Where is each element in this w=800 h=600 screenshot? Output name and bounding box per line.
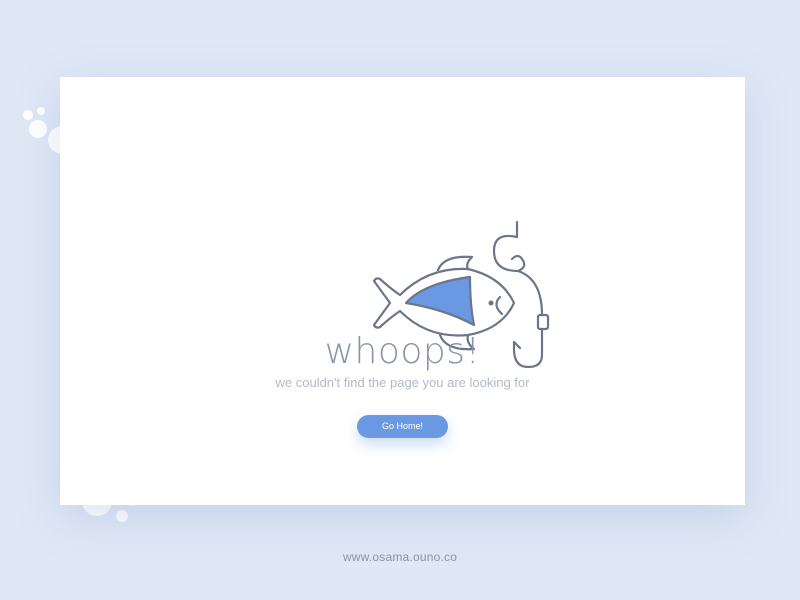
- decor-bubble: [29, 120, 47, 138]
- footer-link[interactable]: www.osama.ouno.co: [0, 550, 800, 564]
- go-home-button[interactable]: Go Home!: [357, 415, 448, 438]
- error-message: we couldn't find the page you are lookin…: [275, 375, 530, 390]
- error-card: whoops! we couldn't find the page you ar…: [60, 77, 745, 505]
- decor-bubble: [23, 110, 33, 120]
- page-title: whoops!: [324, 331, 481, 372]
- decor-bubble: [37, 107, 45, 115]
- decor-bubble: [116, 510, 128, 522]
